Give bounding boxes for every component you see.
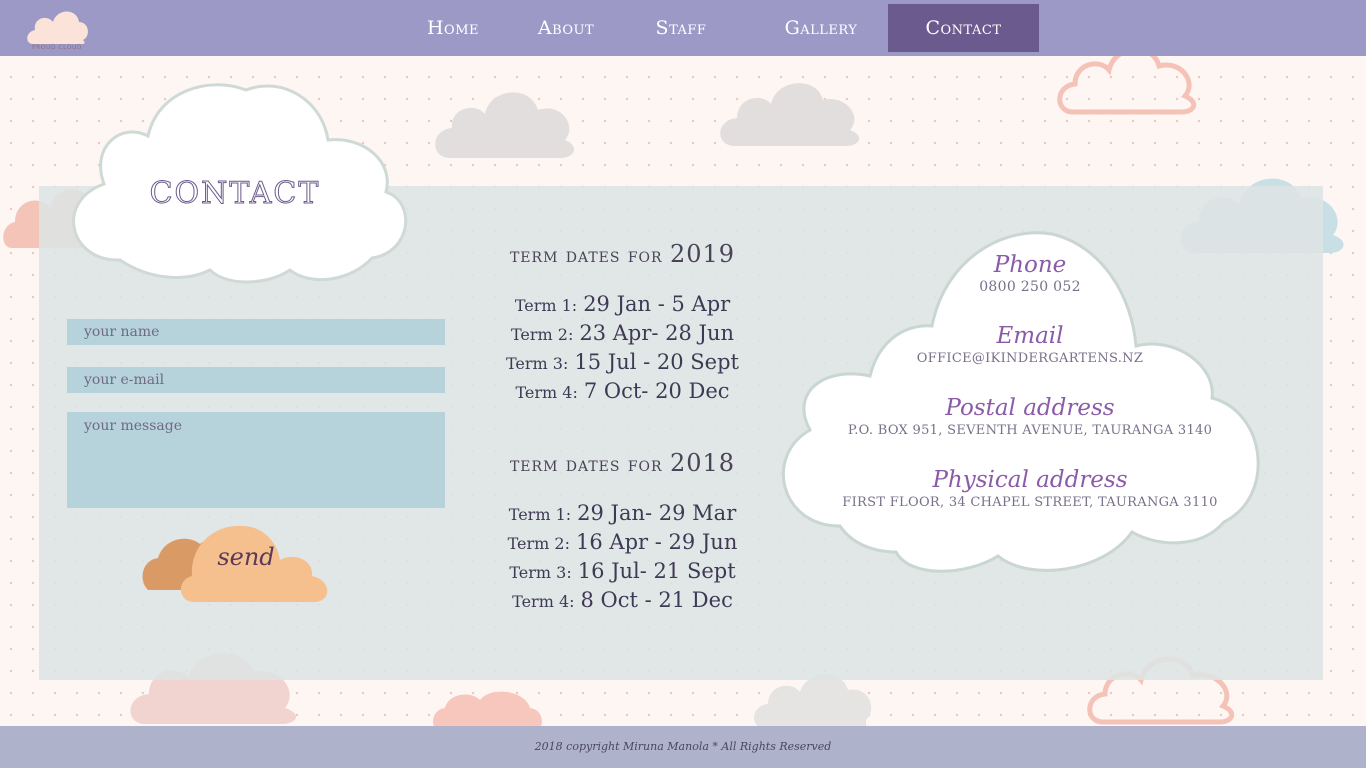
term-heading-text: term dates for (509, 243, 663, 267)
term-label: Term 2: (507, 534, 570, 553)
term-dates: 16 Jul- 21 Sept (577, 559, 736, 583)
top-navbar: PROUD CLOUD Home About Staff Gallery Con… (0, 0, 1366, 56)
term-heading-text: term dates for (509, 452, 663, 476)
email-input[interactable] (67, 367, 445, 393)
term-dates-2018-heading: term dates for 2018 (480, 449, 765, 477)
background-cloud (720, 83, 860, 146)
term-dates: 8 Oct - 21 Dec (580, 588, 733, 612)
term-row: Term 4: 7 Oct- 20 Dec (480, 379, 765, 403)
term-heading-year: 2018 (669, 449, 736, 477)
term-label: Term 1: (508, 505, 572, 524)
phone-label: Phone (993, 252, 1067, 278)
term-label: Term 3: (509, 563, 572, 582)
term-dates: 7 Oct- 20 Dec (583, 379, 730, 403)
footer: 2018 copyright Miruna Manola * All Right… (0, 726, 1366, 768)
email-value[interactable]: office@ikindergartens.nz (800, 351, 1260, 366)
copyright-text: 2018 copyright Miruna Manola * All Right… (534, 740, 832, 753)
physical-address-value: First Floor, 34 Chapel Street, Tauranga … (842, 495, 1218, 510)
postal-address-value: P.O. Box 951, Seventh Avenue, Tauranga 3… (847, 423, 1213, 438)
term-label: Term 3: (506, 354, 569, 373)
term-row: Term 2: 16 Apr - 29 Jun (480, 530, 765, 554)
nav-gallery[interactable]: Gallery (766, 4, 876, 52)
term-dates: 29 Jan - 5 Apr (583, 292, 731, 316)
nav-home[interactable]: Home (405, 4, 501, 52)
term-row: Term 2: 23 Apr- 28 Jun (480, 321, 765, 345)
nav-contact[interactable]: Contact (888, 4, 1039, 52)
nav-staff[interactable]: Staff (636, 4, 726, 52)
term-dates-2019-heading: term dates for 2019 (480, 240, 765, 268)
background-cloud (433, 691, 542, 730)
term-dates: 16 Apr - 29 Jun (576, 530, 738, 554)
term-row: Term 1: 29 Jan - 5 Apr (480, 292, 765, 316)
term-label: Term 2: (510, 325, 574, 344)
term-label: Term 1: (514, 296, 578, 315)
term-dates: 23 Apr- 28 Jun (579, 321, 735, 345)
term-row: Term 4: 8 Oct - 21 Dec (480, 588, 765, 612)
proud-cloud-logo[interactable]: PROUD CLOUD (25, 6, 89, 52)
term-row: Term 3: 15 Jul - 20 Sept (480, 350, 765, 374)
term-label: Term 4: (512, 592, 575, 611)
term-row: Term 3: 16 Jul- 21 Sept (480, 559, 765, 583)
term-dates: 29 Jan- 29 Mar (577, 501, 737, 525)
term-dates: 15 Jul - 20 Sept (574, 350, 739, 374)
page-title: CONTACT (149, 176, 321, 212)
postal-address-label: Postal address (945, 395, 1115, 421)
message-input[interactable] (67, 412, 445, 508)
email-label: Email (996, 323, 1064, 349)
phone-value[interactable]: 0800 250 052 (800, 279, 1260, 295)
name-input[interactable] (67, 319, 445, 345)
send-label: send (217, 543, 275, 571)
term-row: Term 1: 29 Jan- 29 Mar (480, 501, 765, 525)
nav-about[interactable]: About (517, 4, 615, 52)
background-cloud (435, 92, 575, 158)
logo-text: PROUD CLOUD (32, 44, 82, 51)
physical-address-label: Physical address (932, 467, 1128, 493)
cloud-logo-icon (27, 11, 88, 44)
term-heading-year: 2019 (669, 240, 736, 268)
term-label: Term 4: (515, 383, 578, 402)
